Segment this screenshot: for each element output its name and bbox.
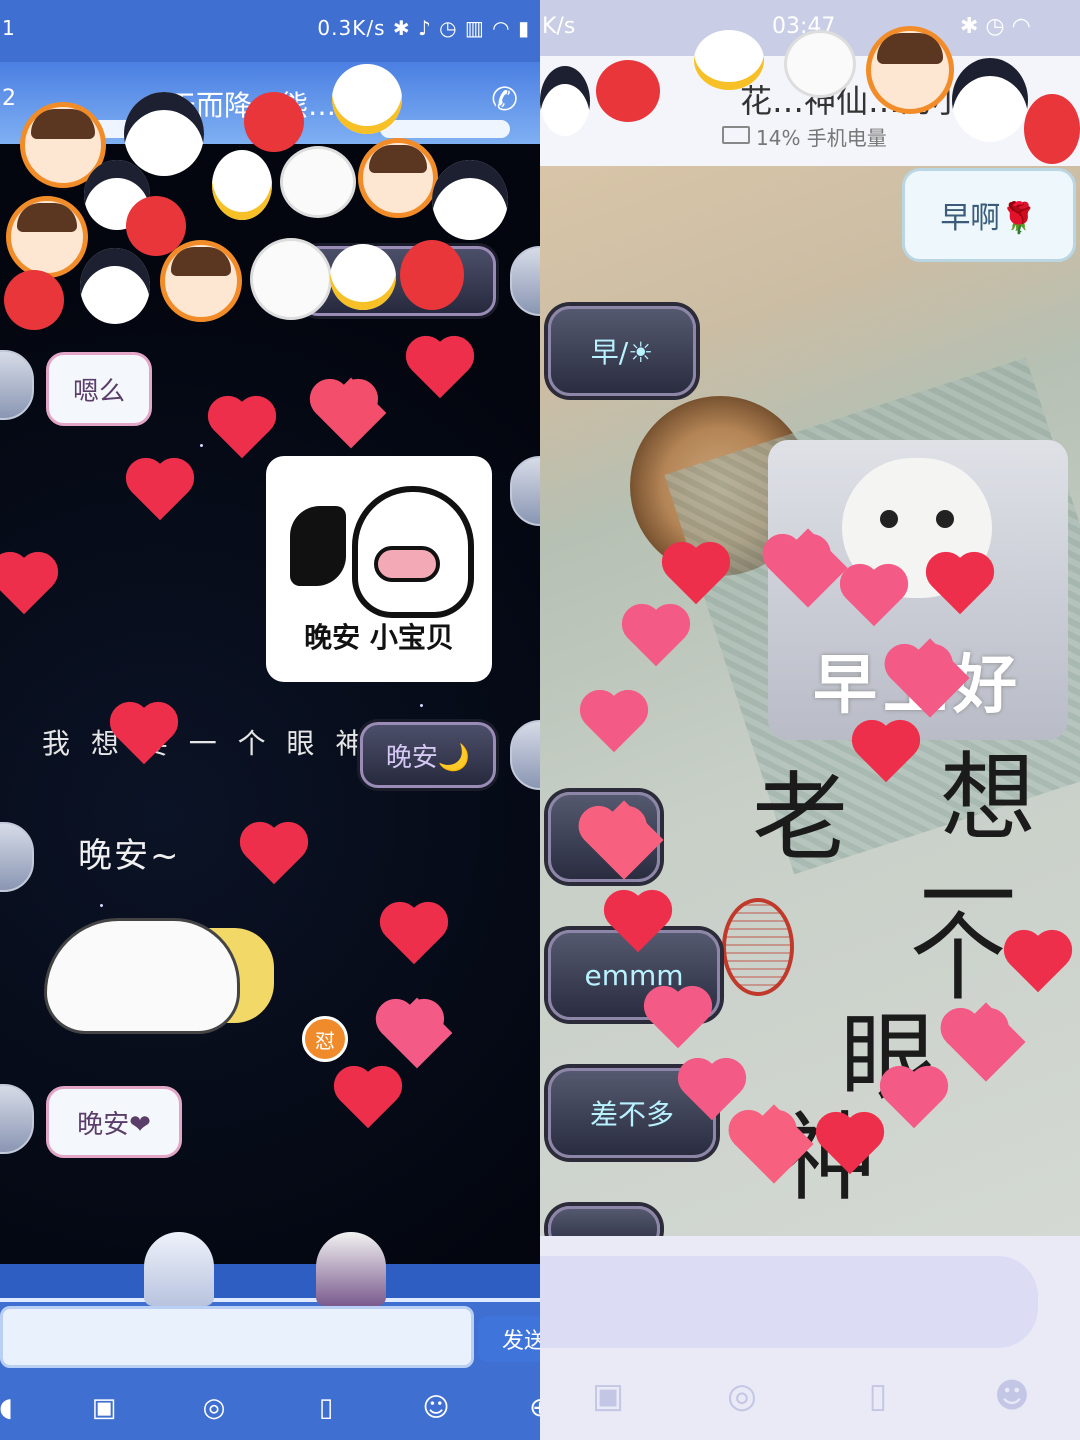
message-bubble-contact[interactable]: 早/☀ [548,306,696,396]
right-chat-screen: K/s 03:47 ✱ ◷ ◠ 花…神仙…的小… 14% 手机电量 老 想 一 … [540,0,1080,1440]
water-wave-decoration [0,1264,540,1302]
emoji-icon[interactable]: ☺ [420,1392,452,1424]
status-signal-digit: 1 [2,16,15,40]
emoji-icon[interactable]: ☻ [992,1376,1032,1416]
sticker-cat-body [44,918,240,1034]
picture-icon[interactable]: ▣ [88,1392,120,1424]
message-text: 晚安❤ [77,1109,151,1140]
boy-mascot-icon [866,26,954,114]
boy-mascot-icon [358,138,438,218]
bird-mascot-icon [244,92,304,152]
duck-mascot-icon [332,64,402,134]
bird-mascot-icon [596,60,660,122]
message-bubble-contact[interactable]: 晚安❤ [46,1086,182,1158]
status-icons: ✱ ◷ ◠ [960,14,1031,39]
message-bubble-contact[interactable]: 嗯么 [46,352,152,426]
bird-mascot-icon [400,240,464,310]
message-text-plain[interactable]: 我 想 要 一 个 眼 神， [42,722,403,762]
status-icons: 0.3K/s ✱ ♪ ◷ ▥ ◠ ▮ [317,16,530,40]
message-text: 嗯么 [72,376,125,407]
left-toolbar: ◖ ▣ ◎ ▯ ☺ ⊕ [0,1378,540,1440]
battery-status: 14% 手机电量 [756,126,887,150]
sticker-cat-eye [936,510,954,528]
camera-icon[interactable]: ◎ [198,1392,230,1424]
message-text: 早啊🌹 [940,201,1038,236]
message-text: 晚安🌙 [385,742,471,773]
message-bubble-self[interactable]: 晚安🌙 [360,722,496,788]
duck-mascot-icon [330,244,396,310]
sticker-caption: 晚安 小宝贝 [304,621,454,654]
left-chat-screen: 1 0.3K/s ✱ ♪ ◷ ▥ ◠ ▮ 2 …天而降…熊…大 ✆ 嗯么 晚安 … [0,0,540,1440]
red-seal-stamp [722,898,794,996]
plus-icon[interactable]: ⊕ [524,1392,540,1424]
boy-mascot-icon [160,240,242,322]
message-bubble-self[interactable]: 早啊🌹 [902,168,1076,262]
bear-mascot-icon [250,238,332,320]
sticker-cat-eye [880,510,898,528]
bear-mascot-icon [280,146,356,218]
bear-mascot-icon [784,30,856,98]
battery-icon [722,126,750,144]
phone-call-icon[interactable]: ✆ [491,80,518,118]
penguin-mascot-icon [124,92,204,176]
message-input[interactable] [540,1256,1038,1348]
sleeping-cat-sticker[interactable] [44,888,284,1038]
penguin-mascot-icon [952,58,1028,142]
message-input[interactable] [0,1306,474,1368]
sticker-phone-hand [290,506,346,586]
message-text: 早/☀ [590,336,654,369]
duck-mascot-icon [694,30,764,90]
calligraphy-char: 老 [752,762,848,874]
message-text-plain[interactable]: 晚安~ [78,828,181,877]
send-button[interactable]: 发送 [478,1316,540,1362]
voice-icon[interactable]: ◖ [0,1392,22,1424]
redpacket-icon[interactable]: ▯ [858,1376,898,1416]
penguin-mascot-icon [432,160,508,240]
chibi-character-icon [316,1232,386,1306]
unread-badge[interactable]: 2 [2,86,16,111]
bird-mascot-icon [4,270,64,330]
bird-mascot-icon [1024,94,1080,164]
penguin-mascot-icon [80,248,150,324]
network-speed: 0.3K/s [317,16,386,40]
duck-mascot-icon [212,150,272,220]
chibi-character-icon [144,1232,214,1306]
penguin-mascot-icon [540,66,590,136]
network-speed: K/s [542,14,576,39]
boy-mascot-icon [6,196,88,278]
sticker-reaction-badge[interactable]: 怼 [302,1016,348,1062]
camera-icon[interactable]: ◎ [722,1376,762,1416]
sticker-goodnight[interactable]: 晚安 小宝贝 [266,456,492,682]
redpacket-icon[interactable]: ▯ [310,1392,342,1424]
message-text: 差不多 [589,1098,674,1131]
picture-icon[interactable]: ▣ [588,1376,628,1416]
cloud-decoration [380,120,510,138]
left-status-bar: 1 0.3K/s ✱ ♪ ◷ ▥ ◠ ▮ [0,0,540,62]
sticker-mouth [374,546,440,582]
